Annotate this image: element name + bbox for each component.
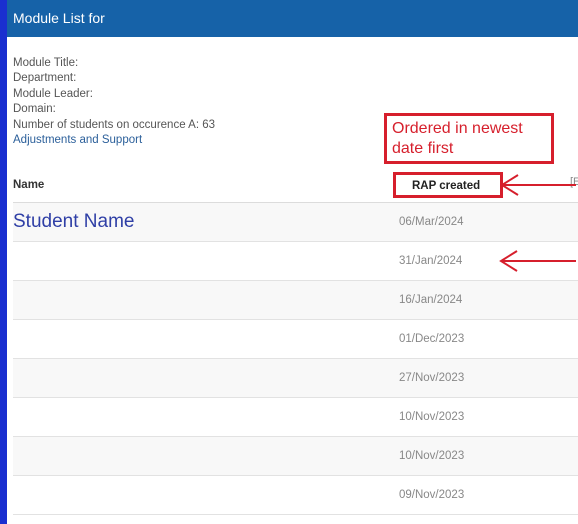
rap-created-date: 27/Nov/2023 [399, 372, 465, 384]
left-accent-bar [0, 0, 7, 524]
annotation-note: Ordered in newest date first [384, 113, 554, 164]
table-row[interactable]: 16/Jan/2024 [13, 281, 578, 320]
student-count: Number of students on occurence A: 63 [13, 118, 216, 131]
table-row[interactable]: 10/Nov/2023 [13, 437, 578, 476]
module-info: Module Title: Department: Module Leader:… [13, 56, 393, 148]
column-header-name[interactable]: Name [13, 179, 44, 191]
student-name[interactable]: Student Name [13, 211, 134, 233]
header-title: Module List for [13, 10, 105, 26]
module-leader-label: Module Leader: [13, 87, 93, 100]
column-header-rap-created[interactable]: RAP created [393, 172, 503, 198]
rap-created-date: 06/Mar/2024 [399, 216, 464, 228]
table-row[interactable]: 01/Dec/2023 [13, 320, 578, 359]
table-row[interactable]: 27/Nov/2023 [13, 359, 578, 398]
rap-created-date: 16/Jan/2024 [399, 294, 463, 306]
rap-created-date: 09/Nov/2023 [399, 489, 465, 501]
annotation-arrow-header [500, 174, 576, 196]
department-label: Department: [13, 72, 77, 85]
module-title-label: Module Title: [13, 57, 79, 69]
annotation-arrow-date [499, 250, 576, 272]
window-header: Module List for [7, 0, 578, 37]
table-row[interactable]: Student Name 06/Mar/2024 [13, 203, 578, 242]
adjustments-support-link[interactable]: Adjustments and Support [13, 133, 393, 148]
table-body: Student Name 06/Mar/2024 31/Jan/2024 16/… [13, 203, 578, 515]
rap-created-date: 01/Dec/2023 [399, 333, 465, 345]
table-header: Name RAP created [E [13, 170, 578, 203]
rap-created-date: 10/Nov/2023 [399, 411, 465, 423]
student-table: Name RAP created [E Student Name 06/Mar/… [13, 170, 578, 515]
rap-created-date: 31/Jan/2024 [399, 255, 463, 267]
rap-created-date: 10/Nov/2023 [399, 450, 465, 462]
table-row[interactable]: 31/Jan/2024 [13, 242, 578, 281]
table-row[interactable]: 09/Nov/2023 [13, 476, 578, 515]
domain-label: Domain: [13, 103, 56, 116]
module-list-window: Module List for Module Title: Department… [0, 0, 578, 524]
table-row[interactable]: 10/Nov/2023 [13, 398, 578, 437]
